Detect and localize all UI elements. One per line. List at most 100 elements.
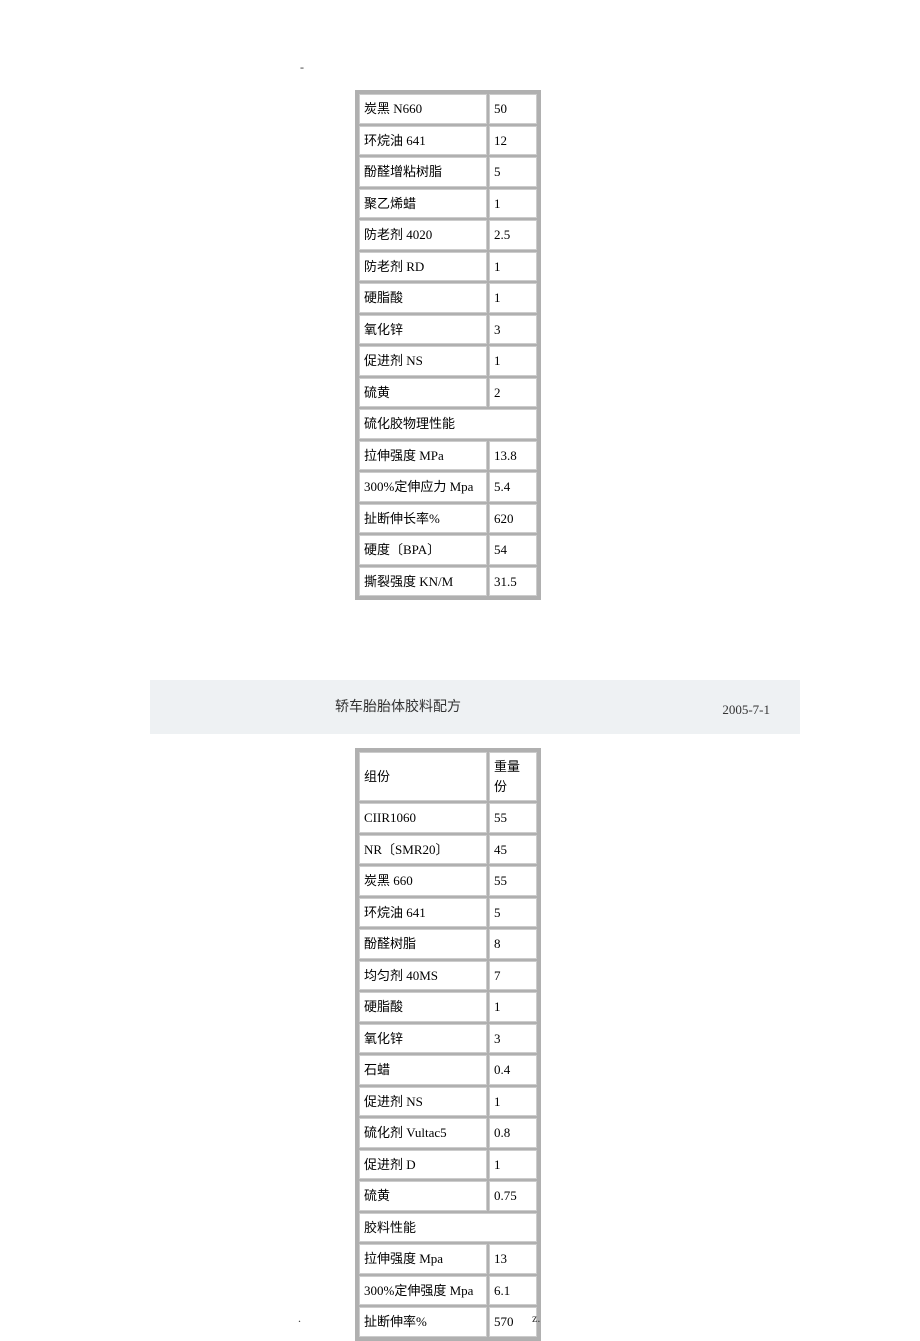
section-header-row: 胶料性能 bbox=[359, 1213, 537, 1243]
title-bar: 轿车胎胎体胶料配方 2005-7-1 bbox=[150, 680, 800, 734]
table-row: 拉伸强度 Mpa13 bbox=[359, 1244, 537, 1274]
property-label: 300%定伸应力 Mpa bbox=[359, 472, 487, 502]
table-row: 撕裂强度 KN/M31.5 bbox=[359, 567, 537, 597]
title-date: 2005-7-1 bbox=[722, 702, 770, 718]
ingredient-value: 3 bbox=[489, 315, 537, 345]
ingredient-label: 促进剂 NS bbox=[359, 1087, 487, 1117]
property-label: 拉伸强度 Mpa bbox=[359, 1244, 487, 1274]
table-row: 300%定伸应力 Mpa5.4 bbox=[359, 472, 537, 502]
ingredient-value: 1 bbox=[489, 283, 537, 313]
ingredient-label: NR〔SMR20〕 bbox=[359, 835, 487, 865]
ingredient-value: 0.75 bbox=[489, 1181, 537, 1211]
table-row: 硫化剂 Vultac50.8 bbox=[359, 1118, 537, 1148]
ingredient-value: 1 bbox=[489, 252, 537, 282]
ingredient-label: 硬脂酸 bbox=[359, 283, 487, 313]
ingredient-label: 酚醛增粘树脂 bbox=[359, 157, 487, 187]
table-row: 拉伸强度 MPa13.8 bbox=[359, 441, 537, 471]
ingredient-label: 炭黑 N660 bbox=[359, 94, 487, 124]
ingredient-label: 促进剂 D bbox=[359, 1150, 487, 1180]
section-header-row: 硫化胶物理性能 bbox=[359, 409, 537, 439]
table-row: 扯断伸率%570 bbox=[359, 1307, 537, 1337]
ingredient-value: 1 bbox=[489, 992, 537, 1022]
ingredient-label: 氧化锌 bbox=[359, 1024, 487, 1054]
property-label: 300%定伸强度 Mpa bbox=[359, 1276, 487, 1306]
ingredient-label: 均匀剂 40MS bbox=[359, 961, 487, 991]
ingredient-value: 5 bbox=[489, 898, 537, 928]
ingredient-label: 硫化剂 Vultac5 bbox=[359, 1118, 487, 1148]
ingredient-value: 12 bbox=[489, 126, 537, 156]
ingredient-value: 1 bbox=[489, 1150, 537, 1180]
property-label: 扯断伸长率% bbox=[359, 504, 487, 534]
ingredient-value: 1 bbox=[489, 1087, 537, 1117]
table-row: 防老剂 40202.5 bbox=[359, 220, 537, 250]
table-row: CIIR106055 bbox=[359, 803, 537, 833]
ingredient-label: 环烷油 641 bbox=[359, 126, 487, 156]
property-label: 拉伸强度 MPa bbox=[359, 441, 487, 471]
property-value: 620 bbox=[489, 504, 537, 534]
ingredient-value: 2 bbox=[489, 378, 537, 408]
table-row: 硬度〔BPA〕54 bbox=[359, 535, 537, 565]
property-value: 13.8 bbox=[489, 441, 537, 471]
table-row: 扯断伸长率%620 bbox=[359, 504, 537, 534]
ingredient-label: CIIR1060 bbox=[359, 803, 487, 833]
table-row: 氧化锌3 bbox=[359, 315, 537, 345]
property-value: 13 bbox=[489, 1244, 537, 1274]
table-row: 硬脂酸1 bbox=[359, 992, 537, 1022]
ingredient-value: 2.5 bbox=[489, 220, 537, 250]
table-row: 促进剂 D1 bbox=[359, 1150, 537, 1180]
footer-dot: . bbox=[298, 1311, 301, 1326]
table-row: 硫黄2 bbox=[359, 378, 537, 408]
table-row: 环烷油 6415 bbox=[359, 898, 537, 928]
table-row: 300%定伸强度 Mpa6.1 bbox=[359, 1276, 537, 1306]
table-row: NR〔SMR20〕45 bbox=[359, 835, 537, 865]
ingredient-value: 1 bbox=[489, 189, 537, 219]
property-label: 撕裂强度 KN/M bbox=[359, 567, 487, 597]
ingredient-value: 50 bbox=[489, 94, 537, 124]
ingredient-label: 酚醛树脂 bbox=[359, 929, 487, 959]
table-row: 酚醛增粘树脂5 bbox=[359, 157, 537, 187]
property-value: 54 bbox=[489, 535, 537, 565]
ingredient-value: 3 bbox=[489, 1024, 537, 1054]
table-row: 均匀剂 40MS7 bbox=[359, 961, 537, 991]
ingredient-label: 石蜡 bbox=[359, 1055, 487, 1085]
property-value: 6.1 bbox=[489, 1276, 537, 1306]
table-row: 聚乙烯蜡1 bbox=[359, 189, 537, 219]
table-row: 硫黄0.75 bbox=[359, 1181, 537, 1211]
property-label: 扯断伸率% bbox=[359, 1307, 487, 1337]
ingredient-label: 防老剂 RD bbox=[359, 252, 487, 282]
table-row: 炭黑 N66050 bbox=[359, 94, 537, 124]
ingredient-value: 55 bbox=[489, 803, 537, 833]
property-label: 硬度〔BPA〕 bbox=[359, 535, 487, 565]
ingredient-label: 促进剂 NS bbox=[359, 346, 487, 376]
header-dash: - bbox=[300, 60, 304, 75]
ingredient-value: 1 bbox=[489, 346, 537, 376]
table-row: 石蜡0.4 bbox=[359, 1055, 537, 1085]
ingredient-label: 环烷油 641 bbox=[359, 898, 487, 928]
footer-z: z. bbox=[532, 1311, 540, 1326]
ingredient-value: 8 bbox=[489, 929, 537, 959]
ingredient-value: 45 bbox=[489, 835, 537, 865]
property-value: 570 bbox=[489, 1307, 537, 1337]
table-row: 环烷油 64112 bbox=[359, 126, 537, 156]
table-row: 炭黑 66055 bbox=[359, 866, 537, 896]
table-row: 防老剂 RD1 bbox=[359, 252, 537, 282]
page: - 炭黑 N66050环烷油 64112酚醛增粘树脂5聚乙烯蜡1防老剂 4020… bbox=[0, 0, 920, 1341]
table-row: 氧化锌3 bbox=[359, 1024, 537, 1054]
property-value: 31.5 bbox=[489, 567, 537, 597]
ingredient-value: 7 bbox=[489, 961, 537, 991]
property-value: 5.4 bbox=[489, 472, 537, 502]
ingredient-value: 55 bbox=[489, 866, 537, 896]
title-text: 轿车胎胎体胶料配方 bbox=[335, 696, 461, 716]
table-row: 硬脂酸1 bbox=[359, 283, 537, 313]
ingredient-value: 0.4 bbox=[489, 1055, 537, 1085]
formula-table-2: 组份重量份CIIR106055NR〔SMR20〕45炭黑 66055环烷油 64… bbox=[355, 748, 541, 1341]
formula-table-1: 炭黑 N66050环烷油 64112酚醛增粘树脂5聚乙烯蜡1防老剂 40202.… bbox=[355, 90, 541, 600]
ingredient-value: 0.8 bbox=[489, 1118, 537, 1148]
ingredient-label: 硫黄 bbox=[359, 1181, 487, 1211]
section-header: 胶料性能 bbox=[359, 1213, 537, 1243]
table-row: 促进剂 NS1 bbox=[359, 1087, 537, 1117]
ingredient-label: 防老剂 4020 bbox=[359, 220, 487, 250]
ingredient-label: 硬脂酸 bbox=[359, 992, 487, 1022]
ingredient-label: 氧化锌 bbox=[359, 315, 487, 345]
ingredient-label: 炭黑 660 bbox=[359, 866, 487, 896]
